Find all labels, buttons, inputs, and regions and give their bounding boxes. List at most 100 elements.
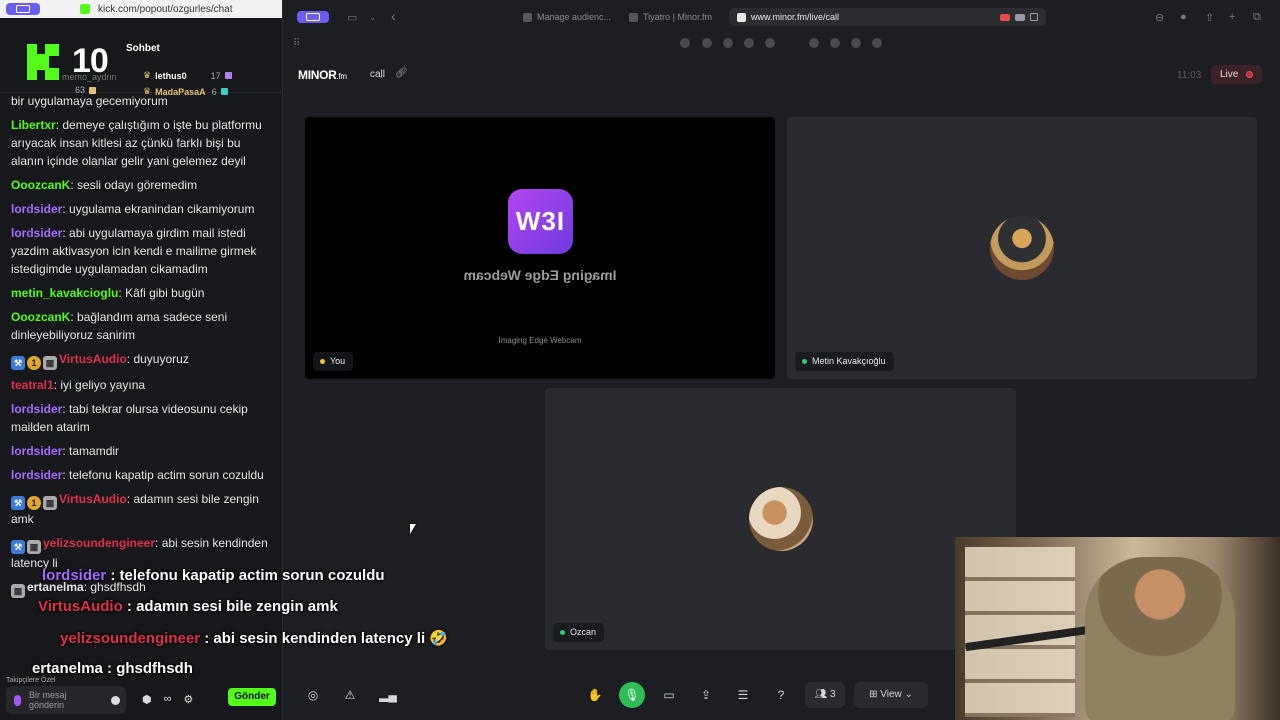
chat-message[interactable]: ⚒ 1 ▦ VirtusAudio: adamın sesi bile zengin … [11, 490, 273, 528]
participant-name-chip: You [313, 352, 354, 371]
chat-message[interactable]: lordsider: tabi tekrar olursa videosunu … [11, 400, 273, 436]
participants-button[interactable]: 👥︎ 3 [805, 682, 845, 708]
chat-message[interactable]: lordsider: abi uygulamaya girdim mail is… [11, 224, 273, 278]
overlay-username: yelizsoundengineer [60, 630, 201, 647]
chat-url[interactable]: kick.com/popout/ozgurles/chat [98, 4, 233, 15]
chevron-down-icon: ⌄ [901, 689, 913, 700]
chat-message[interactable]: OoozcanK: sesli odayı göremedim [11, 176, 273, 194]
extension-icon[interactable] [702, 38, 712, 48]
download-icon[interactable]: ⊖ [1155, 11, 1164, 24]
settings-icon[interactable]: ◎ [300, 682, 326, 708]
grid-icon[interactable]: ⠿ [293, 38, 300, 49]
warning-icon[interactable]: ⚠ [337, 682, 363, 708]
overlay-text: : adamın sesi bile zengin amk [122, 598, 338, 615]
gift-badge-icon: ▦ [43, 496, 57, 510]
emote-icon[interactable]: ⬢ [142, 693, 152, 706]
chat-username[interactable]: OoozcanK [11, 178, 70, 192]
extension-icon[interactable] [765, 38, 775, 48]
chat-username[interactable]: lordsider [11, 202, 62, 216]
overlay-text: : abi sesin kendinden latency li 🤣 [200, 630, 448, 647]
overlay-chat-line: ertanelma : ghsdfhsdh [32, 660, 193, 677]
chat-message[interactable]: Libertxr: demeye çalıştığım o işte bu pl… [11, 116, 273, 170]
chat-username[interactable]: Libertxr [11, 118, 56, 132]
help-icon[interactable]: ? [768, 682, 794, 708]
chat-username[interactable]: lordsider [11, 444, 62, 458]
microphone-icon [14, 694, 21, 706]
extension-icon[interactable] [723, 38, 733, 48]
chat-icon[interactable]: ☰ [730, 682, 756, 708]
extension-icon[interactable] [680, 38, 690, 48]
browser-tab[interactable]: Tiyatro | Minor.fm [621, 8, 720, 26]
chat-message[interactable]: teatral1: iyi geliyo yayına [11, 376, 273, 394]
sidebar-toggle-button[interactable] [6, 3, 40, 15]
extension-icon[interactable] [851, 38, 861, 48]
chat-username[interactable]: lordsider [11, 226, 62, 240]
camera-icon[interactable]: ▭ [656, 682, 682, 708]
leaderboard-entry[interactable]: memo_aydnn [62, 72, 117, 82]
kick-logo-icon [27, 44, 63, 80]
signal-bars-icon[interactable]: ▂▄ [375, 682, 401, 708]
overlay-chat-line: yelizsoundengineer : abi sesin kendinden… [60, 629, 448, 647]
browser-tab[interactable]: Manage audienc... [515, 8, 619, 26]
tab-favicon-icon [737, 12, 746, 22]
chat-message[interactable]: metin_kavakcioglu: Kâfi gibi bugün [11, 284, 273, 302]
extension-icon[interactable] [872, 38, 882, 48]
infinity-icon[interactable]: ∞ [164, 693, 172, 706]
video-tile-you[interactable]: W3I Imaging Edge Webcam Imaging Edge Web… [305, 117, 775, 379]
chat-message[interactable]: ⚒ 1 ▦ VirtusAudio: duyuyoruz [11, 350, 273, 370]
share-icon[interactable]: ⇧ [1205, 11, 1214, 24]
chat-input[interactable]: Bir mesaj gönderin [6, 686, 126, 714]
address-bar-url[interactable]: www.minor.fm/live/call [751, 12, 839, 22]
chat-title: Sohbet [126, 43, 160, 54]
chat-username[interactable]: teatral1 [11, 378, 54, 392]
overlay-username: ertanelma [32, 660, 103, 677]
new-tab-icon[interactable]: + [1229, 11, 1235, 23]
webcam-caption: Imaging Edge Webcam [498, 336, 582, 345]
tabs-icon[interactable]: ⧉ [1253, 11, 1261, 24]
reader-icon[interactable] [1030, 13, 1038, 21]
live-button[interactable]: Live [1211, 65, 1262, 84]
browser-toolbar: ▭ ⌄ ‹ Manage audienc... Tiyatro | Minor.… [283, 0, 1280, 34]
chat-username[interactable]: OoozcanK [11, 310, 70, 324]
emoji-icon[interactable] [111, 695, 120, 705]
chat-username[interactable]: lordsider [11, 468, 62, 482]
chat-message[interactable]: lordsider: telefonu kapatip actim sorun … [11, 466, 273, 484]
extensions-bar: ⠿ [283, 34, 1280, 54]
send-button[interactable]: Gönder [228, 688, 276, 706]
chat-username[interactable]: VirtusAudio [59, 352, 127, 366]
raise-hand-icon[interactable]: ✋ [582, 682, 608, 708]
chat-username[interactable]: lordsider [11, 402, 62, 416]
browser-tab-active[interactable]: www.minor.fm/live/call [729, 8, 1046, 26]
video-tile-metin[interactable]: Metin Kavakçıoğlu [787, 117, 1257, 379]
chat-message[interactable]: bir uygulamaya gecemiyorum [11, 92, 273, 110]
extension-icon[interactable] [809, 38, 819, 48]
sidebar-icon [16, 5, 30, 13]
mouse-cursor-icon [410, 524, 416, 534]
settings-gear-icon[interactable]: ⚙ [183, 693, 193, 706]
view-button[interactable]: ⊞ View ⌄ [854, 682, 928, 708]
gift-badge-icon: ▦ [43, 356, 57, 370]
copy-link-icon[interactable]: 🔗︎ [395, 68, 408, 79]
view-label: View [880, 689, 902, 700]
kick-favicon-icon [80, 4, 90, 14]
extension-icon[interactable] [830, 38, 840, 48]
screen-share-icon[interactable]: ⇪ [693, 682, 719, 708]
sidebar-toggle-button[interactable] [297, 11, 329, 23]
chat-message[interactable]: OoozcanK: bağlandım ama sadece seni dinl… [11, 308, 273, 344]
chat-message[interactable]: lordsider: tamamdir [11, 442, 273, 460]
minor-fm-logo[interactable]: MINOR.fm [298, 68, 347, 82]
leaderboard-entry[interactable]: ♛ lethus0 17 [143, 70, 232, 81]
video-tile-ozcan[interactable]: Ozcan [545, 388, 1016, 650]
extension-icon[interactable] [744, 38, 754, 48]
tab-label: Tiyatro | Minor.fm [643, 12, 713, 22]
chevron-down-icon[interactable]: ⌄ [369, 13, 376, 22]
chat-message[interactable]: lordsider: uygulama ekranindan cikamiyor… [11, 200, 273, 218]
tab-overview-icon[interactable]: ▭ [347, 11, 357, 24]
chat-username[interactable]: VirtusAudio [59, 492, 127, 506]
account-icon[interactable]: ● [1180, 11, 1187, 23]
microphone-button[interactable]: 🎙︎ [619, 682, 645, 708]
back-arrow-icon[interactable]: ‹ [391, 8, 396, 24]
leader-name: memo_aydnn [62, 72, 117, 82]
chat-username[interactable]: yelizsoundengineer [43, 536, 155, 550]
chat-username[interactable]: metin_kavakcioglu [11, 286, 118, 300]
